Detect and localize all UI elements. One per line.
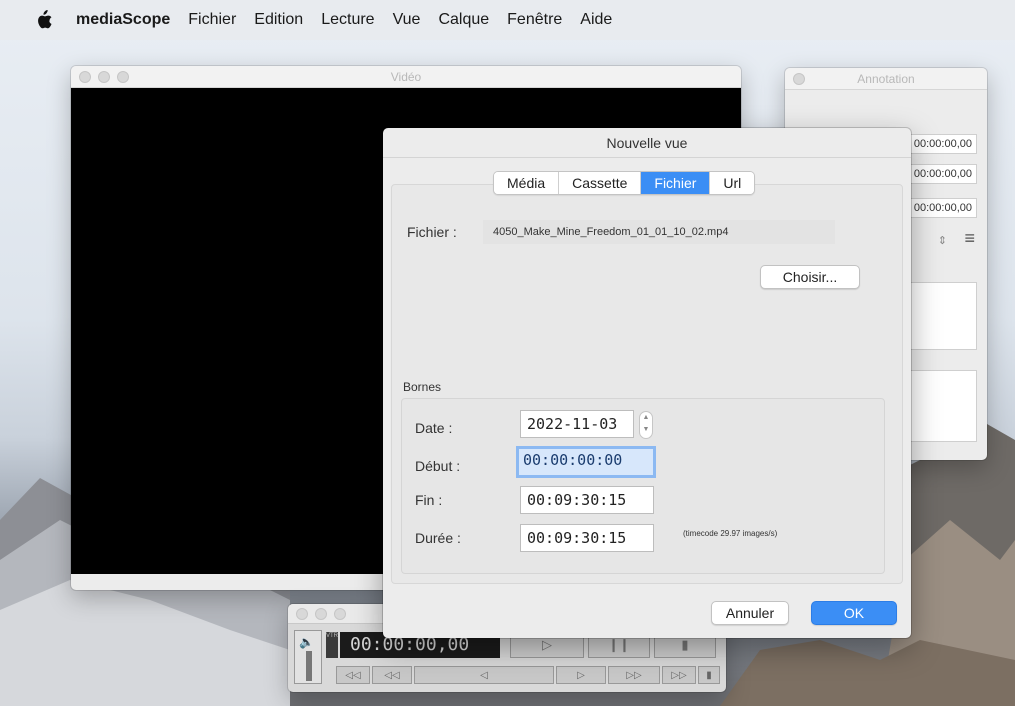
volume-track (306, 651, 312, 681)
menu-vue[interactable]: Vue (393, 11, 421, 29)
menu-aide[interactable]: Aide (580, 11, 612, 29)
minimize-window-button[interactable] (98, 71, 110, 83)
volume-slider[interactable]: 🔈 (294, 630, 322, 684)
window-controls (793, 73, 805, 85)
file-path-field[interactable]: 4050_Make_Mine_Freedom_01_01_10_02.mp4 (483, 220, 835, 244)
zoom-window-button[interactable] (117, 71, 129, 83)
menu-edition[interactable]: Edition (254, 11, 303, 29)
menu-bar: mediaScope Fichier Edition Lecture Vue C… (0, 0, 1015, 40)
start-timecode-input[interactable]: 00:00:00:00 (516, 446, 656, 478)
window-controls (79, 71, 129, 83)
date-input[interactable]: 2022-11-03 (520, 410, 634, 438)
end-label: Fin : (415, 492, 443, 508)
annotation-timecode-field[interactable]: 00:00:00,00 (907, 198, 977, 218)
close-window-button[interactable] (793, 73, 805, 85)
annotation-timecode-field[interactable]: 00:00:00,00 (907, 134, 977, 154)
timecode-rate-note: (timecode 29.97 images/s) (683, 529, 778, 538)
new-view-dialog: Nouvelle vue Média Cassette Fichier Url … (383, 128, 911, 638)
source-type-tabs: Média Cassette Fichier Url (493, 171, 756, 195)
start-label: Début : (415, 458, 461, 474)
duration-label: Durée : (415, 530, 461, 546)
close-window-button[interactable] (79, 71, 91, 83)
menu-fenetre[interactable]: Fenêtre (507, 11, 562, 29)
close-window-button[interactable] (296, 608, 308, 620)
list-menu-icon[interactable]: ≡ (964, 228, 975, 249)
video-window-title: Vidéo (390, 70, 422, 84)
rewind-to-start-button[interactable]: ◁◁ (336, 666, 370, 684)
tab-media[interactable]: Média (494, 172, 560, 194)
annotation-window-titlebar[interactable]: Annotation (785, 68, 987, 90)
minimize-window-button[interactable] (315, 608, 327, 620)
tab-cassette[interactable]: Cassette (559, 172, 642, 194)
date-label: Date : (415, 420, 453, 436)
apple-icon[interactable] (34, 10, 52, 30)
step-back-button[interactable]: ◁ (414, 666, 554, 684)
tab-fichier[interactable]: Fichier (641, 172, 711, 194)
end-timecode-input[interactable]: 00:09:30:15 (520, 486, 654, 514)
tab-url[interactable]: Url (710, 172, 755, 194)
menu-app-name[interactable]: mediaScope (76, 11, 170, 29)
bounds-group-label: Bornes (403, 380, 442, 394)
menu-lecture[interactable]: Lecture (321, 11, 374, 29)
window-controls (296, 608, 346, 620)
cancel-button[interactable]: Annuler (711, 601, 789, 625)
stepper-icon[interactable]: ⇕ (938, 234, 947, 247)
speaker-icon: 🔈 (299, 635, 314, 649)
mark-button[interactable]: ▮ (698, 666, 720, 684)
annotation-text-box[interactable] (905, 370, 977, 442)
vtr-indicator: VTR (326, 632, 338, 658)
fast-rewind-button[interactable]: ◁◁ (372, 666, 412, 684)
annotation-list-box[interactable] (905, 282, 977, 350)
menu-calque[interactable]: Calque (438, 11, 489, 29)
zoom-window-button[interactable] (334, 608, 346, 620)
annotation-timecode-field[interactable]: 00:00:00,00 (907, 164, 977, 184)
choose-file-button[interactable]: Choisir... (760, 265, 860, 289)
forward-to-end-button[interactable]: ▷▷ (662, 666, 696, 684)
step-forward-button[interactable]: ▷ (556, 666, 606, 684)
menu-fichier[interactable]: Fichier (188, 11, 236, 29)
ok-button[interactable]: OK (811, 601, 897, 625)
dialog-title: Nouvelle vue (383, 128, 911, 158)
annotation-window-title: Annotation (857, 72, 915, 86)
file-label: Fichier : (407, 224, 457, 240)
video-window-titlebar[interactable]: Vidéo (71, 66, 741, 88)
fast-forward-button[interactable]: ▷▷ (608, 666, 660, 684)
duration-timecode-input[interactable]: 00:09:30:15 (520, 524, 654, 552)
date-stepper[interactable]: ▲ ▼ (639, 411, 653, 439)
